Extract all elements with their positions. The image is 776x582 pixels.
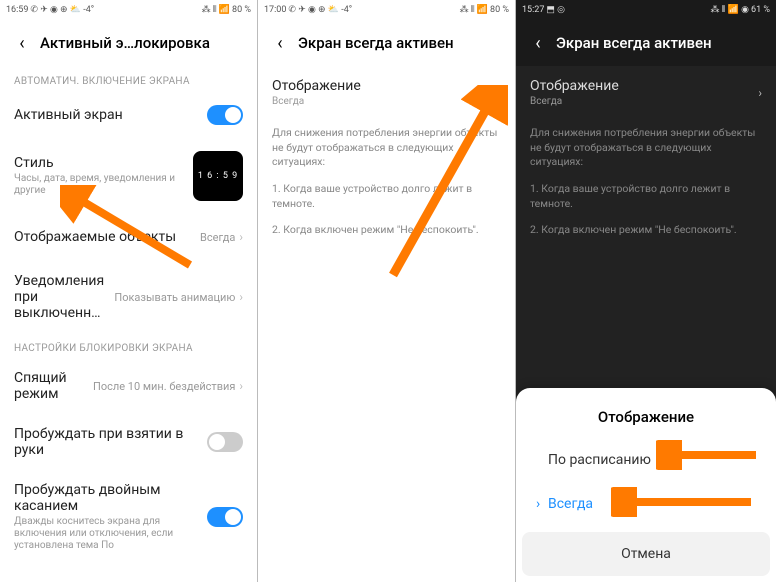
row-label: Отображаемые объекты bbox=[14, 229, 200, 245]
status-icons-left: ✆ ✈ ◉ ⊕ ⛅ -4° bbox=[288, 5, 352, 15]
note-text: Для снижения потребления энергии объекты… bbox=[258, 120, 515, 176]
note-text: Для снижения потребления энергии объекты… bbox=[516, 120, 776, 176]
bottom-sheet: Отображение По расписанию ›Всегда Отмена bbox=[516, 388, 776, 582]
back-icon[interactable]: ‹ bbox=[12, 33, 32, 53]
row-style[interactable]: Стиль Часы, дата, время, уведомления и д… bbox=[0, 139, 257, 213]
header: ‹ Экран всегда активен bbox=[516, 20, 776, 66]
row-sublabel: Дважды коснитесь экрана для включения ил… bbox=[14, 516, 207, 552]
chevron-right-icon: › bbox=[758, 86, 762, 100]
option-label: По расписанию bbox=[548, 452, 651, 468]
row-label: Активный экран bbox=[14, 107, 207, 123]
chevron-right-icon: › bbox=[497, 86, 501, 100]
status-time: 17:00 bbox=[264, 5, 286, 15]
section-label-auto: АВТОМАТИЧ. ВКЛЮЧЕНИЕ ЭКРАНА bbox=[0, 66, 257, 91]
toggle-raise[interactable] bbox=[207, 432, 243, 452]
row-label: Пробуждать двойным касанием bbox=[14, 482, 207, 514]
status-icons-right: ⁂ ⫴ 📶 bbox=[202, 5, 230, 15]
row-value: Показывать анимацию bbox=[114, 291, 235, 304]
note-line-1: 1. Когда ваше устройство долго лежит в т… bbox=[258, 176, 515, 217]
battery-text: 80 % bbox=[490, 5, 509, 15]
row-value: После 10 мин. бездействия bbox=[93, 380, 235, 393]
header: ‹ Экран всегда активен bbox=[258, 20, 515, 66]
cancel-button[interactable]: Отмена bbox=[522, 532, 770, 576]
aod-preview: 1 6 : 5 9 bbox=[193, 151, 243, 201]
row-value: Всегда bbox=[530, 96, 758, 108]
header: ‹ Активный э…локировка bbox=[0, 20, 257, 66]
row-sleep-mode[interactable]: Спящий режим После 10 мин. бездействия › bbox=[0, 358, 257, 414]
row-active-screen[interactable]: Активный экран bbox=[0, 91, 257, 139]
battery-text: 61 % bbox=[751, 5, 770, 15]
row-label: Отображение bbox=[272, 78, 497, 94]
cancel-label: Отмена bbox=[621, 546, 671, 562]
screen-2: 17:00✆ ✈ ◉ ⊕ ⛅ -4° ⁂ ⫴ 📶80 % ‹ Экран все… bbox=[258, 0, 516, 582]
row-display-mode[interactable]: Отображение Всегда › bbox=[258, 66, 515, 120]
row-label: Пробуждать при взятии в руки bbox=[14, 426, 207, 458]
row-label: Стиль bbox=[14, 155, 193, 171]
page-title: Экран всегда активен bbox=[298, 34, 454, 52]
status-bar: 16:59✆ ✈ ◉ ⊕ ⛅ -4° ⁂ ⫴ 📶80 % bbox=[0, 0, 257, 20]
back-icon[interactable]: ‹ bbox=[528, 33, 548, 53]
note-line-1: 1. Когда ваше устройство долго лежит в т… bbox=[516, 176, 776, 217]
chevron-right-icon: › bbox=[239, 230, 243, 244]
row-label: Уведомления при выключенн… bbox=[14, 273, 114, 321]
row-value: Всегда bbox=[272, 96, 497, 108]
row-double-tap[interactable]: Пробуждать двойным касанием Дважды косни… bbox=[0, 470, 257, 552]
check-icon: › bbox=[536, 496, 548, 512]
section-label-lock: НАСТРОЙКИ БЛОКИРОВКИ ЭКРАНА bbox=[0, 333, 257, 358]
status-icons-left: ⬒ ◎ bbox=[546, 5, 565, 15]
chevron-right-icon: › bbox=[239, 290, 243, 304]
status-icons-right: ⁂ ⫴ 📶 bbox=[460, 5, 488, 15]
option-label: Всегда bbox=[548, 496, 593, 512]
toggle-active-screen[interactable] bbox=[207, 105, 243, 125]
row-label: Спящий режим bbox=[14, 370, 93, 402]
note-line-2: 2. Когда включен режим "Не беспокоить". bbox=[258, 217, 515, 244]
chevron-right-icon: › bbox=[239, 379, 243, 393]
status-bar: 15:27⬒ ◎ ⁂ ⫴ 📶 ◉61 % bbox=[516, 0, 776, 20]
toggle-double-tap[interactable] bbox=[207, 507, 243, 527]
row-value: Всегда bbox=[200, 231, 235, 244]
status-icons-right: ⁂ ⫴ 📶 ◉ bbox=[711, 5, 750, 15]
preview-clock: 1 6 : 5 9 bbox=[198, 171, 238, 181]
sheet-title: Отображение bbox=[516, 400, 776, 438]
screen-1: 16:59✆ ✈ ◉ ⊕ ⛅ -4° ⁂ ⫴ 📶80 % ‹ Активный … bbox=[0, 0, 258, 582]
battery-text: 80 % bbox=[232, 5, 251, 15]
option-schedule[interactable]: По расписанию bbox=[516, 438, 776, 482]
row-display-mode[interactable]: Отображение Всегда › bbox=[516, 66, 776, 120]
screen-3: 15:27⬒ ◎ ⁂ ⫴ 📶 ◉61 % ‹ Экран всегда акти… bbox=[516, 0, 776, 582]
status-time: 16:59 bbox=[6, 5, 28, 15]
status-icons-left: ✆ ✈ ◉ ⊕ ⛅ -4° bbox=[30, 5, 94, 15]
option-always[interactable]: ›Всегда bbox=[516, 482, 776, 526]
status-time: 15:27 bbox=[522, 5, 544, 15]
row-displayed-objects[interactable]: Отображаемые объекты Всегда › bbox=[0, 213, 257, 261]
page-title: Экран всегда активен bbox=[556, 34, 712, 52]
row-sublabel: Часы, дата, время, уведомления и другие bbox=[14, 173, 193, 197]
row-raise-to-wake[interactable]: Пробуждать при взятии в руки bbox=[0, 414, 257, 470]
status-bar: 17:00✆ ✈ ◉ ⊕ ⛅ -4° ⁂ ⫴ 📶80 % bbox=[258, 0, 515, 20]
back-icon[interactable]: ‹ bbox=[270, 33, 290, 53]
note-line-2: 2. Когда включен режим "Не беспокоить". bbox=[516, 217, 776, 244]
row-notifications[interactable]: Уведомления при выключенн… Показывать ан… bbox=[0, 261, 257, 333]
page-title: Активный э…локировка bbox=[40, 34, 210, 52]
row-label: Отображение bbox=[530, 78, 758, 94]
